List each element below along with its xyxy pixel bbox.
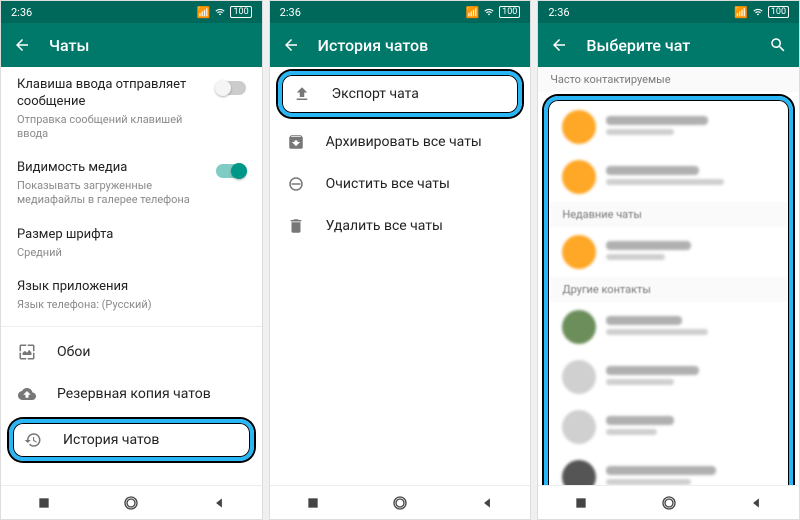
avatar	[562, 410, 596, 444]
battery-icon: 100	[230, 6, 251, 18]
status-icons: 📶 100	[197, 6, 252, 19]
history-icon	[23, 431, 43, 449]
highlight-export-chat: Экспорт чата	[278, 71, 523, 117]
nav-home-icon[interactable]	[392, 495, 408, 511]
setting-sublabel: Показывать загруженные медиафайлы в гале…	[17, 179, 202, 207]
cloud-upload-icon	[17, 385, 37, 403]
menu-backup[interactable]: Резервная копия чатов	[1, 373, 262, 415]
battery-icon: 100	[768, 6, 789, 18]
nav-back-icon[interactable]	[212, 496, 226, 510]
trash-icon	[286, 217, 306, 235]
avatar	[562, 310, 596, 344]
menu-label: Резервная копия чатов	[57, 386, 211, 402]
setting-sublabel: Язык телефона: (Русский)	[17, 298, 246, 312]
menu-clear-all[interactable]: Очистить все чаты	[270, 163, 531, 205]
menu-export-chat[interactable]: Экспорт чата	[288, 79, 513, 109]
setting-label: Клавиша ввода отправляет сообщение	[17, 77, 202, 111]
nav-bar	[270, 485, 531, 519]
page-title: Чаты	[49, 36, 250, 55]
status-icons: 📶 100	[465, 6, 520, 19]
nav-recents-icon[interactable]	[574, 496, 588, 510]
nav-recents-icon[interactable]	[37, 496, 51, 510]
signal-icon: 📶	[734, 6, 748, 19]
signal-icon: 📶	[465, 6, 479, 19]
archive-icon	[286, 133, 306, 151]
contact-row[interactable]	[550, 452, 787, 485]
menu-delete-all[interactable]: Удалить все чаты	[270, 205, 531, 247]
highlight-chat-history: История чатов	[9, 419, 254, 461]
screen-chats-settings: 2:36 📶 100 Чаты Клавиша ввода отправляет…	[0, 0, 263, 520]
app-bar: Чаты	[1, 23, 262, 67]
nav-bar	[538, 485, 799, 519]
avatar	[562, 160, 596, 194]
contact-row[interactable]	[550, 402, 787, 452]
setting-label: Видимость медиа	[17, 160, 202, 177]
page-title: История чатов	[318, 36, 519, 55]
nav-home-icon[interactable]	[661, 495, 677, 511]
wifi-icon	[214, 7, 226, 17]
contact-row[interactable]	[550, 102, 787, 152]
contact-row[interactable]	[550, 152, 787, 202]
nav-back-icon[interactable]	[749, 496, 763, 510]
search-icon[interactable]	[769, 36, 787, 54]
wifi-icon	[752, 7, 764, 17]
signal-icon: 📶	[197, 6, 211, 19]
menu-label: Архивировать все чаты	[326, 134, 482, 150]
section-recent: Недавние чаты	[550, 202, 787, 227]
avatar	[562, 235, 596, 269]
section-frequent: Часто контактируемые	[538, 67, 799, 92]
menu-label: История чатов	[63, 432, 159, 448]
back-icon[interactable]	[13, 36, 31, 54]
upload-icon	[292, 85, 312, 103]
setting-font-size[interactable]: Размер шрифта Средний	[1, 217, 262, 270]
setting-app-language[interactable]: Язык приложения Язык телефона: (Русский)	[1, 269, 262, 322]
screen-chat-history: 2:36 📶 100 История чатов Экспорт чата	[269, 0, 532, 520]
status-icons: 📶 100	[734, 6, 789, 19]
menu-label: Экспорт чата	[332, 86, 419, 102]
contact-row[interactable]	[550, 302, 787, 352]
setting-label: Размер шрифта	[17, 227, 246, 244]
setting-sublabel: Средний	[17, 246, 246, 260]
status-bar: 2:36 📶 100	[270, 1, 531, 23]
back-icon[interactable]	[550, 36, 568, 54]
setting-sublabel: Отправка сообщений клавишей ввода	[17, 113, 202, 141]
battery-icon: 100	[499, 6, 520, 18]
status-time: 2:36	[11, 6, 32, 19]
nav-bar	[1, 485, 262, 519]
avatar	[562, 460, 596, 485]
status-time: 2:36	[280, 6, 301, 19]
avatar	[562, 360, 596, 394]
back-icon[interactable]	[282, 36, 300, 54]
contact-row[interactable]	[550, 227, 787, 277]
section-other: Другие контакты	[550, 277, 787, 302]
block-icon	[286, 175, 306, 193]
app-bar: История чатов	[270, 23, 531, 67]
toggle-enter-sends[interactable]	[216, 81, 246, 95]
status-bar: 2:36 📶 100	[538, 1, 799, 23]
page-title: Выберите чат	[586, 36, 751, 55]
menu-label: Обои	[57, 344, 90, 360]
menu-label: Удалить все чаты	[326, 218, 443, 234]
status-time: 2:36	[548, 6, 569, 19]
divider	[1, 326, 262, 327]
menu-archive-all[interactable]: Архивировать все чаты	[270, 121, 531, 163]
wifi-icon	[483, 7, 495, 17]
avatar	[562, 110, 596, 144]
nav-home-icon[interactable]	[123, 495, 139, 511]
setting-label: Язык приложения	[17, 279, 246, 296]
highlight-contact-list: Недавние чаты Другие контакты	[544, 96, 793, 485]
nav-back-icon[interactable]	[480, 496, 494, 510]
app-bar: Выберите чат	[538, 23, 799, 67]
setting-enter-sends[interactable]: Клавиша ввода отправляет сообщение Отпра…	[1, 67, 262, 150]
toggle-media-visibility[interactable]	[216, 164, 246, 178]
nav-recents-icon[interactable]	[306, 496, 320, 510]
menu-chat-history[interactable]: История чатов	[19, 427, 244, 453]
wallpaper-icon	[17, 343, 37, 361]
menu-wallpaper[interactable]: Обои	[1, 331, 262, 373]
screen-select-chat: 2:36 📶 100 Выберите чат Часто контактиру…	[537, 0, 800, 520]
setting-media-visibility[interactable]: Видимость медиа Показывать загруженные м…	[1, 150, 262, 216]
status-bar: 2:36 📶 100	[1, 1, 262, 23]
menu-label: Очистить все чаты	[326, 176, 450, 192]
contact-row[interactable]	[550, 352, 787, 402]
